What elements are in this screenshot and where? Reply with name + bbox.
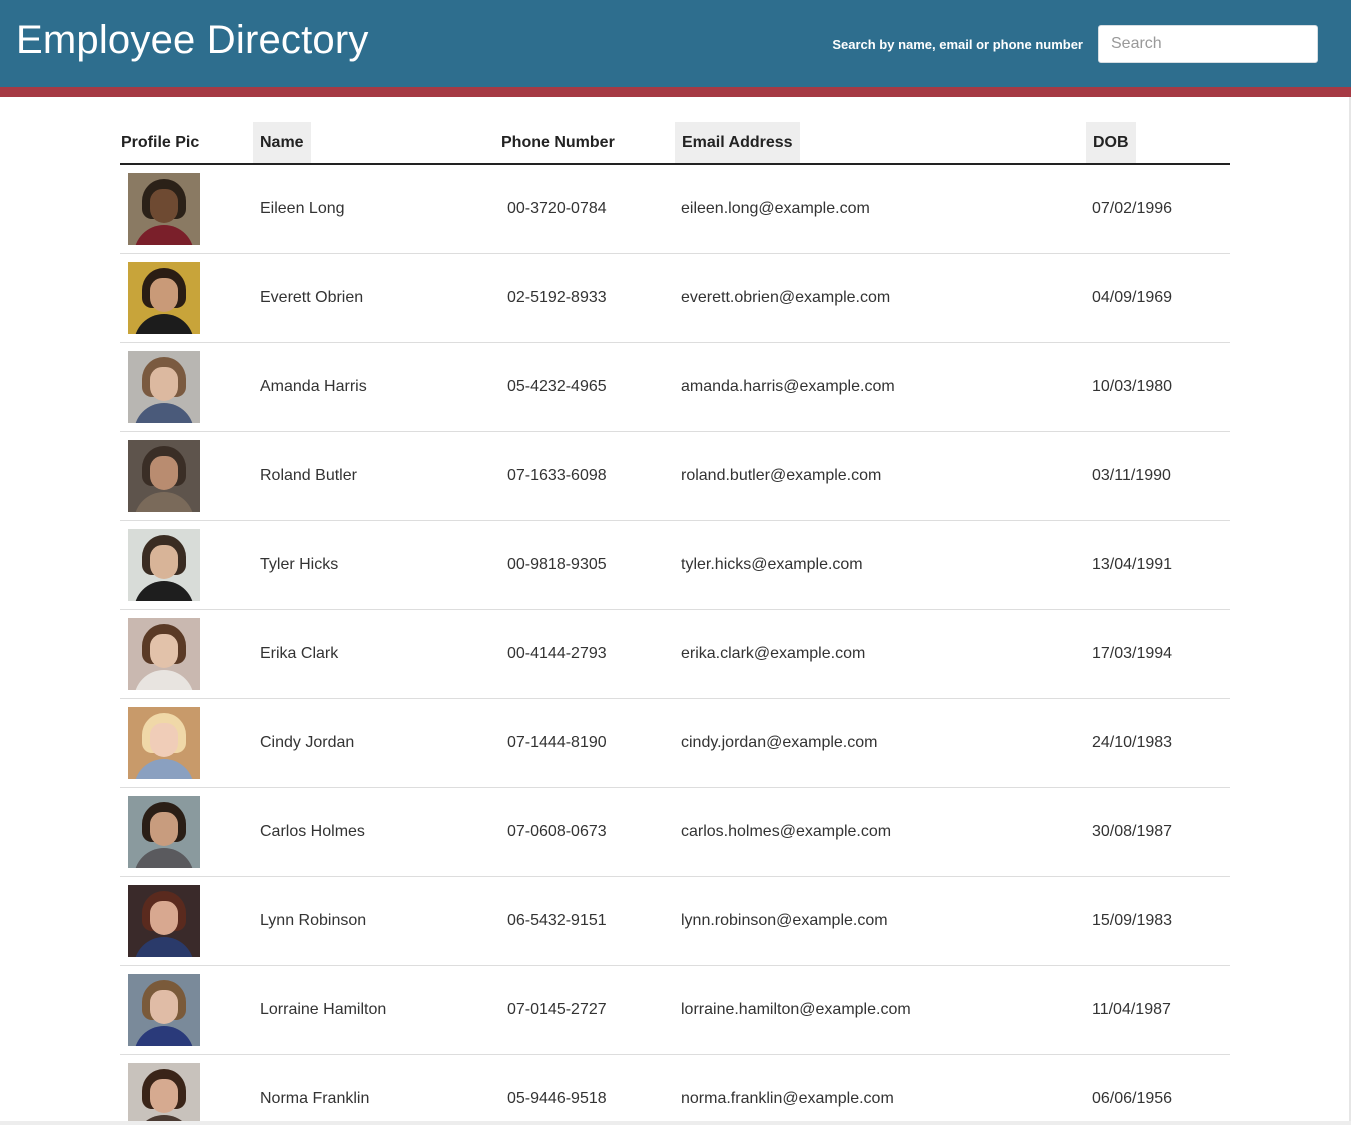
email-cell: eileen.long@example.com [681, 200, 870, 217]
table-row: Roland Butler 07-1633-6098 roland.butler@e… [120, 432, 1230, 521]
employee-table: Profile Pic Name Phone Number Email Addr… [120, 122, 1230, 1125]
search-label: Search by name, email or phone number [832, 37, 1083, 52]
phone-cell: 07-0145-2727 [507, 1001, 607, 1018]
dob-cell: 30/08/1987 [1092, 823, 1173, 840]
name-cell: Amanda Harris [260, 378, 367, 395]
email-cell: cindy.jordan@example.com [681, 734, 878, 751]
table-row: Norma Franklin 05-9446-9518 norma.franklin… [120, 1055, 1230, 1125]
email-cell: tyler.hicks@example.com [681, 556, 863, 573]
name-cell: Tyler Hicks [260, 556, 339, 573]
name-cell: Eileen Long [260, 200, 345, 217]
profile-pic-cell [128, 351, 200, 423]
avatar [128, 796, 200, 868]
phone-cell: 07-0608-0673 [507, 823, 607, 840]
profile-pic-cell [128, 974, 200, 1046]
page-bottom-edge [0, 1121, 1351, 1125]
dob-cell: 24/10/1983 [1092, 734, 1173, 751]
email-cell: norma.franklin@example.com [681, 1090, 894, 1107]
name-cell: Erika Clark [260, 645, 339, 662]
name-cell: Norma Franklin [260, 1090, 370, 1107]
profile-pic-cell [128, 529, 200, 601]
column-header-phone: Phone Number [501, 134, 615, 151]
avatar [128, 885, 200, 957]
avatar [128, 351, 200, 423]
dob-cell: 11/04/1987 [1092, 1001, 1171, 1018]
phone-cell: 00-3720-0784 [507, 200, 607, 217]
table-row: Everett Obrien 02-5192-8933 everett.obrien… [120, 254, 1230, 343]
avatar [128, 1063, 200, 1125]
email-cell: everett.obrien@example.com [681, 289, 891, 306]
column-header-profile-pic: Profile Pic [121, 134, 200, 151]
dob-cell: 07/02/1996 [1092, 200, 1173, 217]
email-cell: erika.clark@example.com [681, 645, 866, 662]
avatar [128, 707, 200, 779]
dob-cell: 17/03/1994 [1092, 645, 1173, 662]
table-row: Eileen Long 00-3720-0784 eileen.long@examp… [120, 165, 1230, 254]
email-cell: roland.butler@example.com [681, 467, 882, 484]
column-header-name[interactable]: Name [253, 122, 311, 163]
phone-cell: 00-4144-2793 [507, 645, 607, 662]
avatar [128, 262, 200, 334]
avatar [128, 618, 200, 690]
profile-pic-cell [128, 262, 200, 334]
table-header: Profile Pic Name Phone Number Email Addr… [120, 122, 1230, 165]
table-row: Amanda Harris 05-4232-4965 amanda.harris@e… [120, 343, 1230, 432]
column-header-email[interactable]: Email Address [675, 122, 800, 163]
profile-pic-cell [128, 707, 200, 779]
profile-pic-cell [128, 796, 200, 868]
header-accent-stripe [0, 87, 1351, 97]
email-cell: lorraine.hamilton@example.com [681, 1001, 911, 1018]
table-row: Erika Clark 00-4144-2793 erika.clark@examp… [120, 610, 1230, 699]
column-header-dob[interactable]: DOB [1086, 122, 1136, 163]
table-row: Lorraine Hamilton 07-0145-2727 lorraine.ha… [120, 966, 1230, 1055]
profile-pic-cell [128, 1063, 200, 1125]
avatar [128, 440, 200, 512]
name-cell: Cindy Jordan [260, 734, 355, 751]
dob-cell: 13/04/1991 [1092, 556, 1173, 573]
name-cell: Lorraine Hamilton [260, 1001, 387, 1018]
email-cell: lynn.robinson@example.com [681, 912, 888, 929]
phone-cell: 05-4232-4965 [507, 378, 607, 395]
page-title: Employee Directory [16, 18, 369, 62]
table-row: Lynn Robinson 06-5432-9151 lynn.robinson@e… [120, 877, 1230, 966]
dob-cell: 10/03/1980 [1092, 378, 1173, 395]
search-input[interactable] [1098, 25, 1318, 63]
dob-cell: 04/09/1969 [1092, 289, 1173, 306]
avatar [128, 173, 200, 245]
phone-cell: 05-9446-9518 [507, 1090, 607, 1107]
avatar [128, 529, 200, 601]
name-cell: Roland Butler [260, 467, 357, 484]
phone-cell: 00-9818-9305 [507, 556, 607, 573]
table-row: Tyler Hicks 00-9818-9305 tyler.hicks@examp… [120, 521, 1230, 610]
email-cell: amanda.harris@example.com [681, 378, 895, 395]
name-cell: Lynn Robinson [260, 912, 367, 929]
phone-cell: 07-1444-8190 [507, 734, 607, 751]
email-cell: carlos.holmes@example.com [681, 823, 892, 840]
profile-pic-cell [128, 173, 200, 245]
avatar [128, 974, 200, 1046]
name-cell: Carlos Holmes [260, 823, 365, 840]
profile-pic-cell [128, 618, 200, 690]
profile-pic-cell [128, 885, 200, 957]
table-row: Carlos Holmes 07-0608-0673 carlos.holmes@e… [120, 788, 1230, 877]
dob-cell: 03/11/1990 [1092, 467, 1171, 484]
phone-cell: 06-5432-9151 [507, 912, 607, 929]
table-row: Cindy Jordan 07-1444-8190 cindy.jordan@exa… [120, 699, 1230, 788]
name-cell: Everett Obrien [260, 289, 364, 306]
dob-cell: 15/09/1983 [1092, 912, 1173, 929]
phone-cell: 07-1633-6098 [507, 467, 607, 484]
profile-pic-cell [128, 440, 200, 512]
phone-cell: 02-5192-8933 [507, 289, 607, 306]
dob-cell: 06/06/1956 [1092, 1090, 1173, 1107]
table-body: Eileen Long 00-3720-0784 eileen.long@examp… [120, 165, 1230, 1125]
